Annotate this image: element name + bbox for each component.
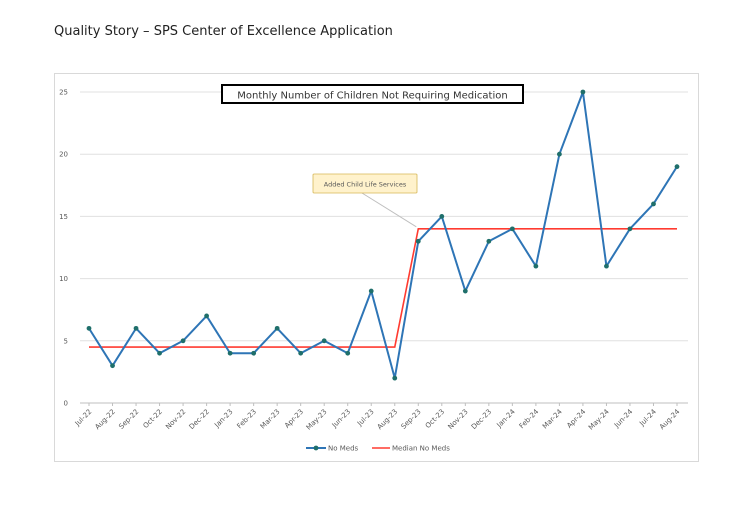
no-meds-point bbox=[439, 214, 445, 219]
y-tick-label: 10 bbox=[59, 275, 68, 283]
x-tick-label: Mar-24 bbox=[541, 407, 564, 430]
y-tick-label: 15 bbox=[59, 213, 68, 221]
gridlines bbox=[80, 91, 688, 404]
x-tick-label: Sep-23 bbox=[400, 408, 423, 431]
x-tick-label: Jun-24 bbox=[612, 407, 635, 430]
x-tick-label: Mar-23 bbox=[259, 408, 282, 431]
y-tick-label: 5 bbox=[64, 337, 68, 345]
y-tick-label: 20 bbox=[59, 151, 68, 159]
legend-label-no-meds: No Meds bbox=[328, 445, 359, 453]
legend: No Meds Median No Meds bbox=[306, 445, 450, 453]
no-meds-point bbox=[110, 363, 115, 369]
legend-label-median: Median No Meds bbox=[392, 445, 450, 453]
x-tick-label: Jun-23 bbox=[330, 408, 352, 430]
median-line bbox=[89, 228, 677, 348]
no-meds-point bbox=[133, 325, 139, 331]
no-meds-point bbox=[157, 350, 162, 356]
legend-marker-no-meds bbox=[313, 445, 319, 451]
no-meds-point bbox=[415, 238, 421, 244]
x-tick-label: Dec-23 bbox=[470, 408, 493, 431]
y-tick-label: 0 bbox=[64, 400, 68, 408]
no-meds-point bbox=[604, 263, 609, 269]
no-meds-point bbox=[651, 201, 656, 207]
no-meds-point bbox=[86, 325, 92, 331]
y-tick-label: 25 bbox=[59, 89, 68, 97]
x-tick-label: Dec-22 bbox=[188, 408, 211, 431]
no-meds-point bbox=[227, 350, 233, 356]
x-tick-label: Apr-24 bbox=[565, 407, 587, 429]
no-meds-point bbox=[509, 226, 515, 232]
no-meds-point bbox=[368, 288, 374, 294]
x-tick-label: Aug-23 bbox=[376, 408, 399, 431]
y-axis-ticks: 0 5 10 15 20 25 bbox=[59, 89, 68, 408]
annotation-text: Added Child Life Services bbox=[324, 181, 407, 189]
chart-title-box: Monthly Number of Children Not Requiring… bbox=[221, 84, 524, 104]
x-tick-label: Oct-22 bbox=[142, 408, 164, 430]
median-series bbox=[89, 228, 677, 348]
no-meds-point bbox=[321, 338, 327, 344]
annotation-leader-line bbox=[361, 192, 417, 228]
annotation-group: Added Child Life Services bbox=[312, 173, 418, 228]
no-meds-point bbox=[580, 89, 586, 95]
x-tick-label: Oct-23 bbox=[424, 408, 446, 430]
no-meds-point bbox=[462, 288, 468, 294]
no-meds-line bbox=[88, 91, 678, 380]
x-tick-label: Jan-23 bbox=[212, 408, 234, 430]
no-meds-point bbox=[674, 164, 680, 170]
no-meds-point bbox=[533, 263, 539, 269]
no-meds-point bbox=[392, 375, 398, 381]
no-meds-point bbox=[251, 350, 257, 356]
line-chart: 0510152025 Jul-22 Aug-22 Sep-22 Oct-22 Nov-2… bbox=[59, 84, 688, 453]
no-meds-point bbox=[204, 313, 210, 319]
x-tick-label: Jul-22 bbox=[73, 408, 93, 428]
x-tick-label: Feb-23 bbox=[236, 408, 259, 431]
x-tick-label: Aug-24 bbox=[658, 407, 682, 431]
no-meds-series bbox=[86, 89, 680, 381]
x-tick-label: Apr-23 bbox=[283, 408, 305, 430]
no-meds-point bbox=[345, 350, 351, 356]
x-tick-label: Nov-22 bbox=[164, 408, 187, 431]
x-tick-label: May-24 bbox=[587, 407, 611, 431]
x-tick-label: Nov-23 bbox=[446, 408, 469, 431]
no-meds-point bbox=[557, 151, 562, 157]
chart-title: Monthly Number of Children Not Requiring… bbox=[237, 91, 507, 102]
x-tick-label: May-23 bbox=[305, 408, 329, 432]
x-tick-label: Sep-22 bbox=[117, 408, 140, 431]
no-meds-point bbox=[274, 325, 280, 331]
no-meds-point bbox=[298, 350, 304, 356]
x-tick-label: Jan-24 bbox=[495, 407, 517, 429]
x-axis-ticks: Jul-22 Aug-22 Sep-22 Oct-22 Nov-22 Dec-22 Jan-… bbox=[73, 403, 682, 432]
x-tick-label: Jul-24 bbox=[637, 407, 658, 428]
x-tick-label: Jul-23 bbox=[355, 408, 375, 428]
x-tick-label: Aug-22 bbox=[94, 408, 117, 431]
no-meds-point bbox=[627, 226, 633, 232]
no-meds-point bbox=[486, 238, 492, 244]
no-meds-point bbox=[180, 338, 186, 344]
x-tick-label: Feb-24 bbox=[518, 407, 541, 430]
